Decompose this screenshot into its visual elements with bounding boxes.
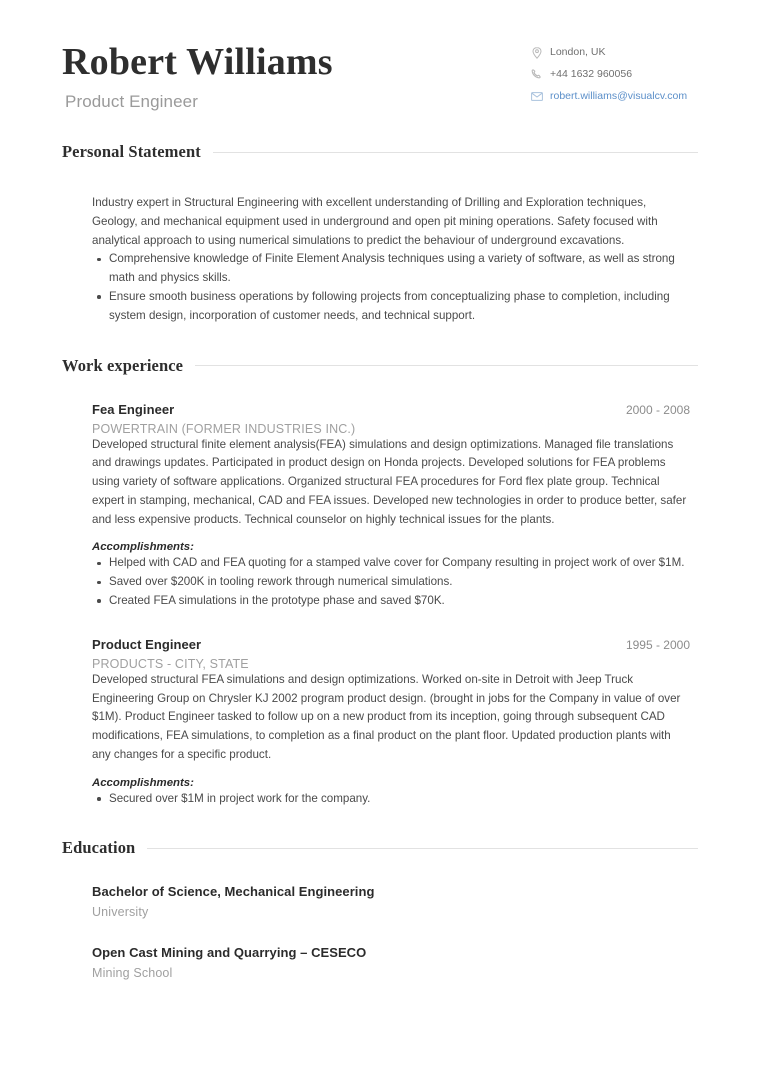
- education-entry: Bachelor of Science, Mechanical Engineer…: [92, 858, 690, 919]
- work-experience-body: Fea Engineer 2000 - 2008 POWERTRAIN (FOR…: [62, 376, 698, 809]
- section-personal-statement: Personal Statement Industry expert in St…: [62, 142, 698, 325]
- list-item: Secured over $1M in project work for the…: [97, 790, 690, 809]
- personal-statement-body: Industry expert in Structural Engineerin…: [62, 162, 698, 325]
- list-item: Saved over $200K in tooling rework throu…: [97, 573, 690, 592]
- work-entry-title: Product Engineer: [92, 636, 202, 652]
- education-entry: Open Cast Mining and Quarrying – CESECO …: [92, 919, 690, 980]
- map-pin-icon: [530, 46, 543, 59]
- section-divider: [147, 847, 698, 849]
- section-work-experience: Work experience Fea Engineer 2000 - 2008…: [62, 356, 698, 809]
- personal-statement-paragraph: Industry expert in Structural Engineerin…: [92, 196, 658, 247]
- list-item: Created FEA simulations in the prototype…: [97, 592, 690, 611]
- resume-header: Robert Williams Product Engineer London,…: [62, 0, 698, 112]
- section-header: Education: [62, 838, 698, 858]
- work-entry-description: Developed structural finite element anal…: [92, 437, 687, 526]
- envelope-icon: [530, 90, 543, 103]
- section-title-work-experience: Work experience: [62, 355, 184, 375]
- work-entry-dates: 2000 - 2008: [625, 402, 690, 417]
- contact-location: London, UK: [530, 46, 698, 59]
- education-degree: Open Cast Mining and Quarrying – CESECO: [92, 945, 367, 961]
- section-title-personal-statement: Personal Statement: [62, 142, 201, 162]
- contact-location-text: London, UK: [550, 46, 606, 59]
- accomplishments-label: Accomplishments:: [92, 776, 194, 789]
- list-item: Helped with CAD and FEA quoting for a st…: [97, 554, 690, 573]
- work-entry-description: Developed structural FEA simulations and…: [92, 672, 681, 761]
- accomplishments-label: Accomplishments:: [92, 541, 194, 554]
- contact-phone: +44 1632 960056: [530, 68, 698, 81]
- education-degree: Bachelor of Science, Mechanical Engineer…: [92, 884, 375, 900]
- candidate-role: Product Engineer: [65, 92, 198, 112]
- section-title-education: Education: [62, 838, 136, 858]
- identity-block: Robert Williams Product Engineer: [62, 38, 333, 112]
- education-school: University: [92, 905, 149, 920]
- contact-block: London, UK +44 1632 960056 robert.willia…: [530, 46, 698, 112]
- phone-icon: [530, 68, 543, 81]
- accomplishments-list: Helped with CAD and FEA quoting for a st…: [92, 554, 690, 610]
- candidate-name: Robert Williams: [62, 41, 333, 83]
- contact-email-text: robert.williams@visualcv.com: [550, 90, 688, 103]
- accomplishments-list: Secured over $1M in project work for the…: [92, 790, 690, 809]
- work-entry-dates: 1995 - 2000: [625, 637, 690, 652]
- contact-email[interactable]: robert.williams@visualcv.com: [530, 90, 698, 103]
- section-education: Education Bachelor of Science, Mechanica…: [62, 838, 698, 980]
- education-body: Bachelor of Science, Mechanical Engineer…: [62, 858, 698, 980]
- work-entry-organization: POWERTRAIN (FORMER INDUSTRIES INC.): [92, 421, 356, 436]
- section-divider: [212, 151, 698, 153]
- education-school: Mining School: [92, 966, 173, 981]
- section-header: Personal Statement: [62, 142, 698, 162]
- list-item: Comprehensive knowledge of Finite Elemen…: [97, 250, 690, 288]
- work-entry: Product Engineer 1995 - 2000 PRODUCTS - …: [92, 611, 690, 809]
- personal-statement-bullets: Comprehensive knowledge of Finite Elemen…: [92, 250, 690, 325]
- work-entry-organization: PRODUCTS - CITY, STATE: [92, 656, 249, 671]
- section-header: Work experience: [62, 356, 698, 376]
- contact-phone-text: +44 1632 960056: [550, 68, 633, 81]
- list-item: Ensure smooth business operations by fol…: [97, 288, 690, 326]
- work-entry: Fea Engineer 2000 - 2008 POWERTRAIN (FOR…: [92, 376, 690, 611]
- work-entry-header: Product Engineer 1995 - 2000: [92, 637, 690, 652]
- work-entry-header: Fea Engineer 2000 - 2008: [92, 402, 690, 417]
- resume-page: Robert Williams Product Engineer London,…: [0, 0, 760, 1079]
- work-entry-title: Fea Engineer: [92, 401, 175, 417]
- section-divider: [195, 365, 698, 366]
